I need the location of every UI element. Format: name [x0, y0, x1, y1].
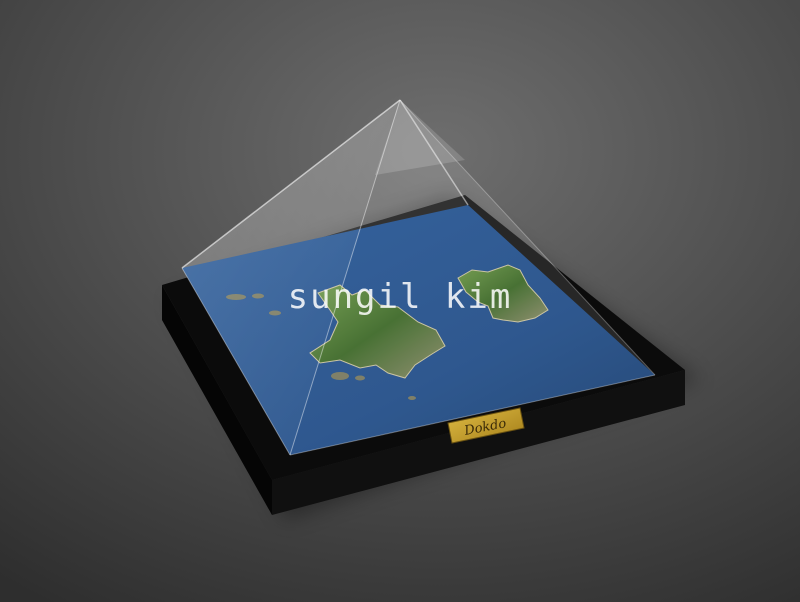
- scene: Dokdo sungil kim: [0, 0, 800, 602]
- scene-canvas: Dokdo sungil kim: [0, 0, 800, 602]
- watermark-text: sungil kim: [288, 277, 513, 317]
